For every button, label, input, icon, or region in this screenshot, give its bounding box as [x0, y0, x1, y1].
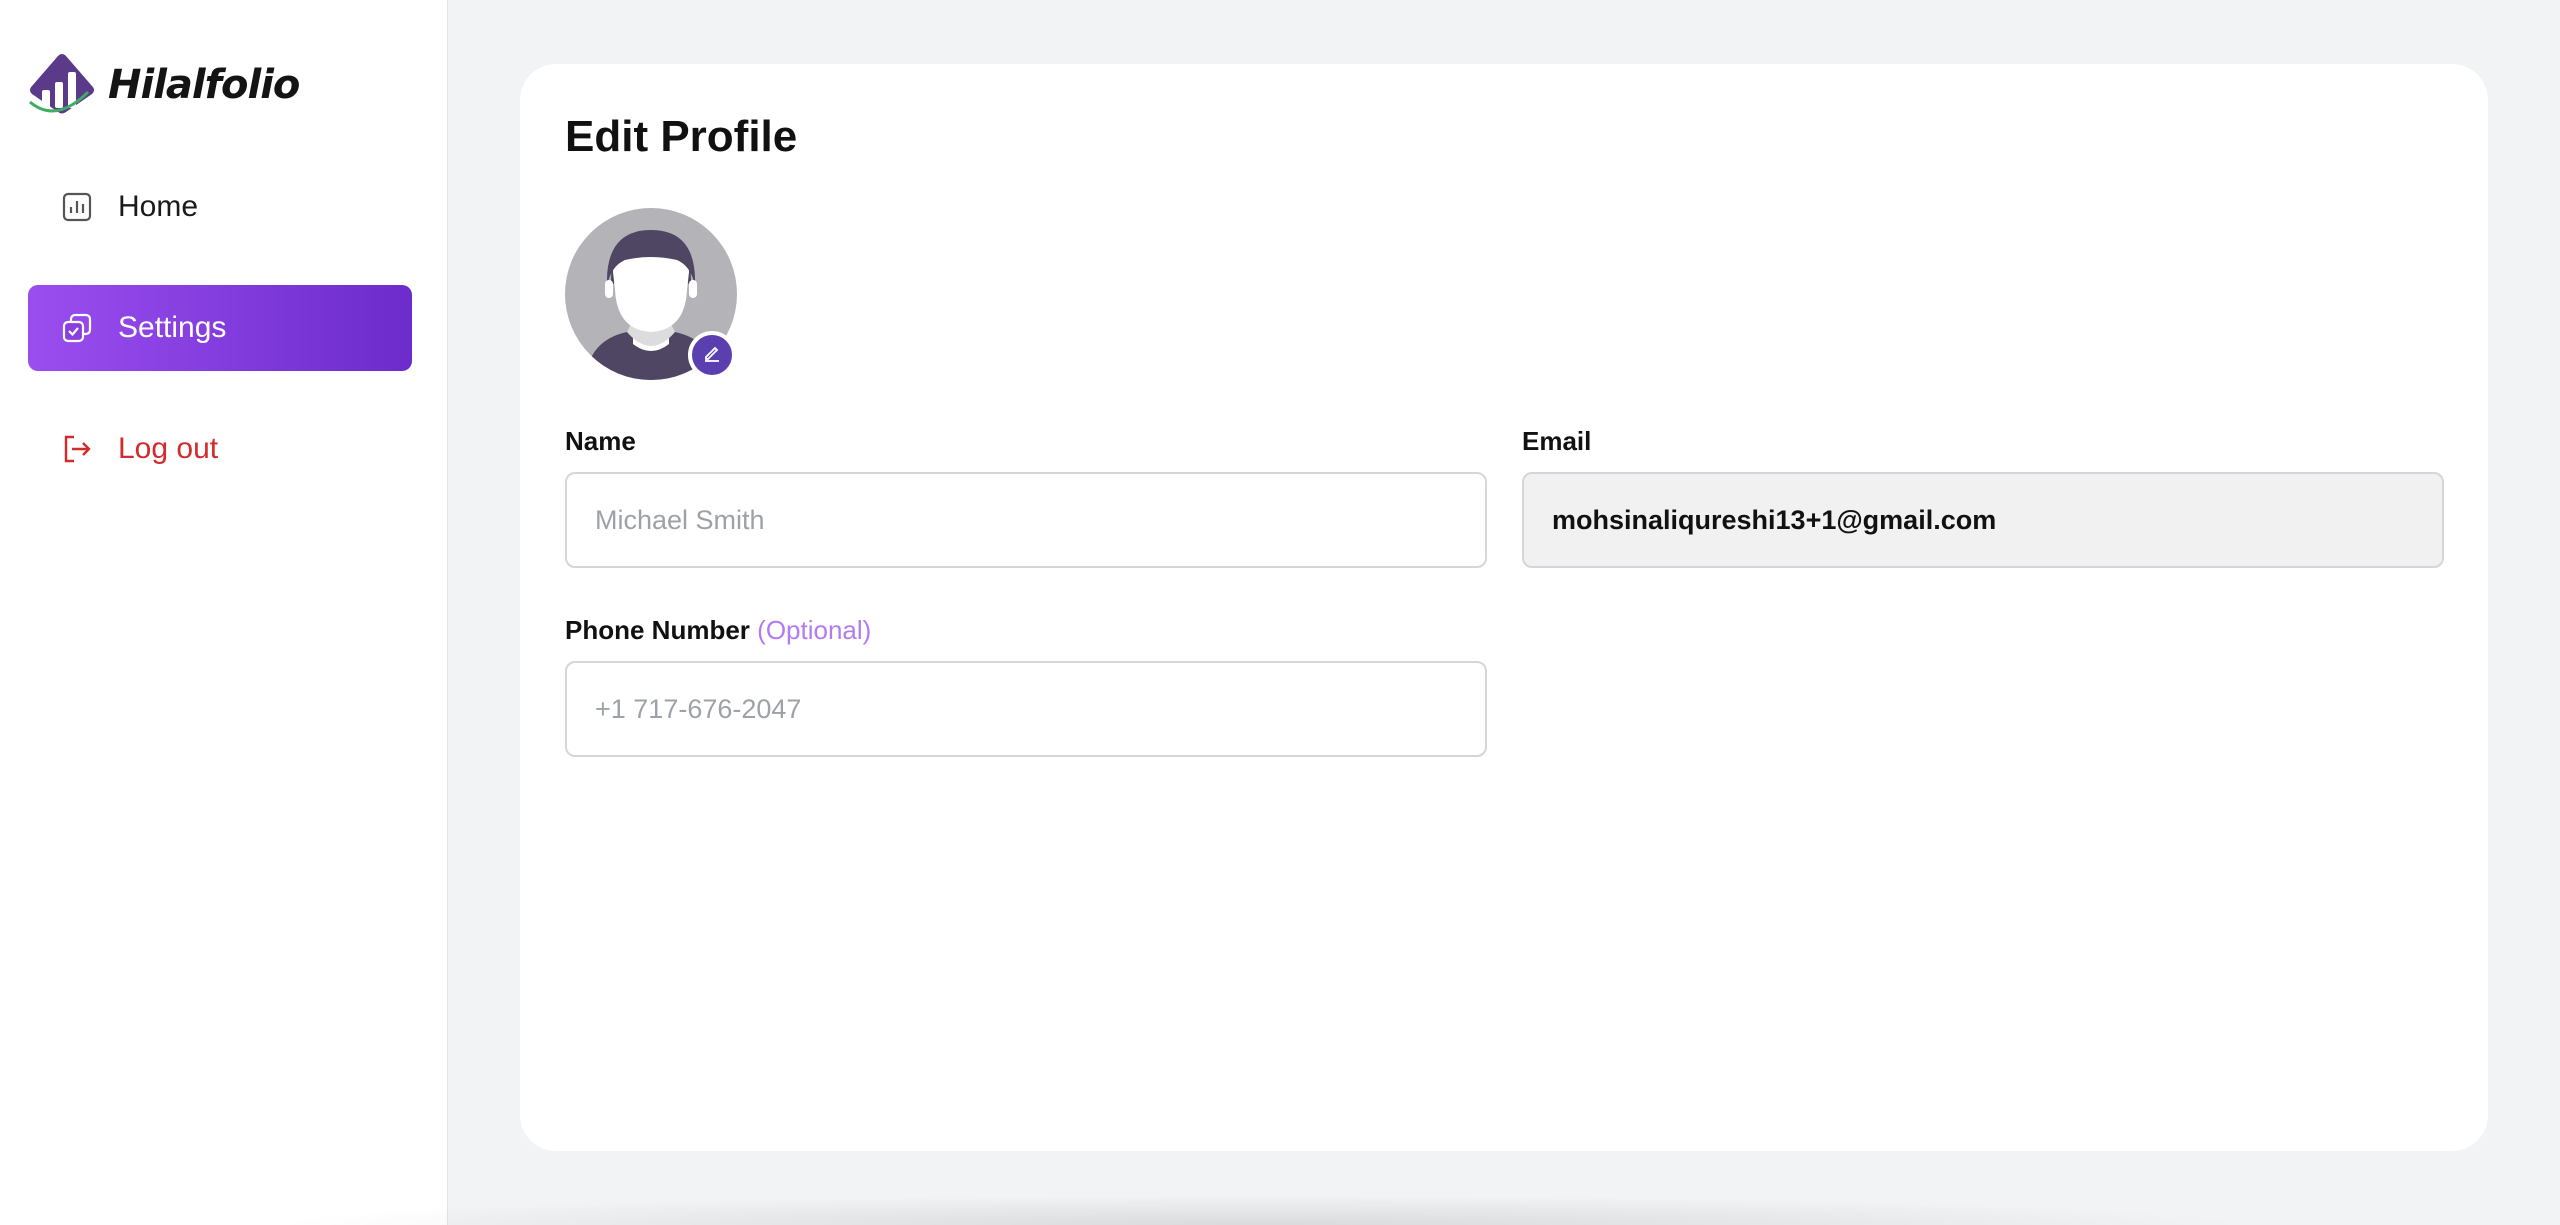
optional-tag: (Optional): [757, 615, 872, 645]
name-label: Name: [565, 426, 636, 456]
logo-icon: [29, 54, 94, 114]
app-logo[interactable]: Hilalfolio: [26, 52, 300, 118]
bottom-shadow: [260, 1195, 2260, 1225]
phone-input[interactable]: [565, 661, 1487, 757]
sidebar-item-label: Home: [118, 190, 199, 223]
pencil-icon: [702, 343, 722, 368]
name-input[interactable]: [565, 472, 1487, 568]
app-name: Hilalfolio: [108, 62, 300, 108]
logout-icon: [60, 432, 94, 466]
sidebar-item-logout[interactable]: Log out: [28, 406, 412, 492]
chart-box-icon: [60, 190, 94, 224]
avatar-edit-button[interactable]: [688, 331, 736, 379]
sidebar-item-label: Log out: [118, 432, 219, 465]
email-field[interactable]: [1522, 472, 2444, 568]
sidebar-item-home[interactable]: Home: [28, 164, 412, 250]
settings-check-icon: [60, 311, 94, 345]
sidebar-item-label: Settings: [118, 311, 227, 344]
phone-label-text: Phone Number: [565, 615, 750, 645]
email-label: Email: [1522, 426, 1592, 456]
sidebar: Hilalfolio Home Settings Log out: [0, 0, 448, 1225]
edit-profile-card: Edit Profile Name Email: [520, 64, 2488, 1151]
sidebar-item-settings[interactable]: Settings: [28, 285, 412, 371]
page-title: Edit Profile: [565, 112, 798, 161]
phone-label: Phone Number (Optional): [565, 615, 871, 646]
